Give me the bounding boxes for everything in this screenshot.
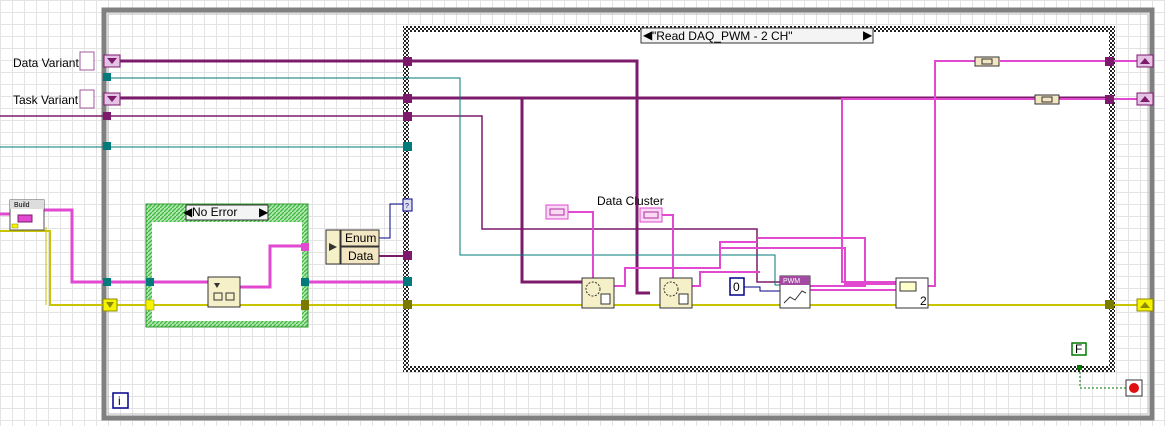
svg-text:2: 2 — [920, 294, 927, 308]
svg-text:F: F — [1075, 342, 1082, 356]
svg-text:▶: ▶ — [863, 28, 873, 42]
svg-text:◀: ◀ — [183, 205, 193, 219]
data-cluster-constant-2[interactable] — [639, 207, 663, 223]
loop-iteration-terminal: i — [112, 392, 129, 409]
no-error-selector[interactable]: No Error ◀ ▶ — [183, 204, 269, 221]
cluster-out-node-2[interactable] — [1034, 94, 1060, 105]
enum-element: Enum — [345, 231, 376, 245]
stop-condition-terminal[interactable] — [1125, 379, 1143, 397]
svg-text:"Read DAQ_PWM - 2 CH": "Read DAQ_PWM - 2 CH" — [652, 29, 793, 43]
task-variant-terminal[interactable]: Task Variant — [13, 89, 121, 109]
svg-text:i: i — [118, 394, 121, 408]
chart-output-node[interactable]: 2 — [895, 277, 929, 309]
data-cluster-label: Data Cluster — [597, 194, 664, 208]
block-diagram[interactable]: Data Variant Task Variant Build No Error… — [0, 0, 1165, 426]
pwm-read-node[interactable]: PWM — [779, 275, 811, 309]
case-structure[interactable] — [403, 26, 1115, 372]
build-array-node[interactable]: Build — [9, 199, 45, 231]
data-element: Data — [348, 249, 374, 263]
svg-text:PWM: PWM — [783, 278, 800, 285]
error-to-cluster-vi[interactable] — [207, 276, 241, 308]
no-error-case-structure[interactable] — [145, 203, 309, 328]
svg-text:?: ? — [405, 203, 409, 210]
svg-text:0: 0 — [733, 280, 740, 294]
cluster-out-node-1[interactable] — [974, 56, 1000, 67]
data-cluster-constant-1[interactable] — [545, 204, 569, 220]
svg-text:No Error: No Error — [192, 205, 237, 219]
svg-text:◀: ◀ — [643, 28, 653, 42]
case-selector-terminal[interactable]: ? — [402, 198, 413, 212]
data-variant-label: Data Variant — [13, 56, 79, 70]
task-variant-label: Task Variant — [13, 93, 79, 107]
unbundle-by-name-node[interactable]: Enum Data — [325, 229, 380, 265]
variant-to-data-node-1[interactable] — [581, 277, 615, 309]
svg-text:Build: Build — [14, 202, 30, 209]
main-case-selector[interactable]: "Read DAQ_PWM - 2 CH" ◀ ▶ — [640, 27, 874, 44]
data-variant-terminal[interactable]: Data Variant — [13, 51, 121, 71]
constant-zero[interactable]: 0 — [729, 277, 745, 296]
svg-text:▶: ▶ — [259, 205, 269, 219]
variant-to-data-node-2[interactable] — [659, 277, 693, 309]
